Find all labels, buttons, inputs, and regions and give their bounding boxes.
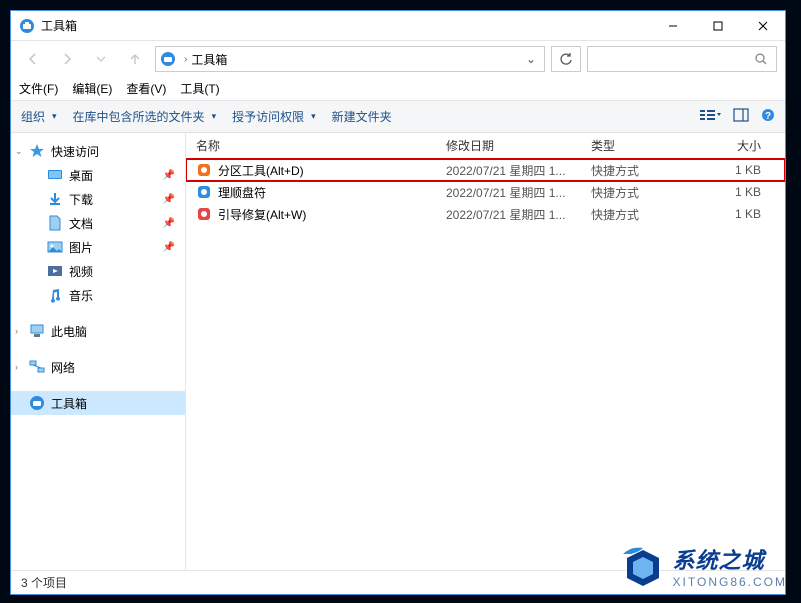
sidebar-quick-access[interactable]: ⌄ 快速访问 — [11, 139, 185, 163]
video-icon — [47, 263, 63, 279]
address-bar-row: › 工具箱 ⌄ — [11, 41, 785, 77]
refresh-button[interactable] — [551, 46, 581, 72]
file-size: 1 KB — [701, 185, 767, 199]
pin-icon: 📌 — [163, 194, 175, 205]
sidebar-toolbox[interactable]: 工具箱 — [11, 391, 185, 415]
sidebar-documents[interactable]: 文档📌 — [11, 211, 185, 235]
explorer-window: 工具箱 › 工具箱 ⌄ 文件(F) 编辑(E) 查看(V) 工具(T) 组织 — [10, 10, 786, 595]
col-name[interactable]: 名称 — [196, 137, 446, 154]
file-size: 1 KB — [701, 163, 767, 177]
file-date: 2022/07/21 星期四 1... — [446, 184, 591, 201]
sidebar-this-pc[interactable]: › 此电脑 — [11, 319, 185, 343]
sidebar-downloads[interactable]: 下载📌 — [11, 187, 185, 211]
nav-forward-button[interactable] — [53, 45, 81, 73]
file-date: 2022/07/21 星期四 1... — [446, 162, 591, 179]
music-icon — [47, 287, 63, 303]
file-list[interactable]: 分区工具(Alt+D)2022/07/21 星期四 1...快捷方式1 KB理顺… — [186, 159, 785, 570]
toolbar-organize[interactable]: 组织 — [21, 108, 57, 125]
minimize-button[interactable] — [650, 11, 695, 41]
col-date[interactable]: 修改日期 — [446, 137, 591, 154]
file-row[interactable]: 理顺盘符 2022/07/21 星期四 1...快捷方式1 KB — [186, 181, 785, 203]
file-size: 1 KB — [701, 207, 767, 221]
close-button[interactable] — [740, 11, 785, 41]
body: ⌄ 快速访问 桌面📌 下载📌 文档📌 图片📌 视 — [11, 133, 785, 570]
window-title: 工具箱 — [41, 17, 650, 34]
file-type: 快捷方式 — [591, 162, 701, 179]
file-icon — [196, 184, 212, 200]
desktop-icon — [47, 167, 63, 183]
file-icon — [196, 162, 212, 178]
file-date: 2022/07/21 星期四 1... — [446, 206, 591, 223]
document-icon — [47, 215, 63, 231]
star-icon — [29, 143, 45, 159]
column-headers: 名称 修改日期 类型 大小 — [186, 133, 785, 159]
network-icon — [29, 359, 45, 375]
search-input[interactable] — [587, 46, 777, 72]
chevron-right-icon[interactable]: › — [15, 362, 18, 372]
maximize-button[interactable] — [695, 11, 740, 41]
chevron-down-icon[interactable]: ⌄ — [15, 146, 23, 157]
file-row[interactable]: 分区工具(Alt+D) 2022/07/21 星期四 1...快捷方式1 KB — [186, 159, 785, 181]
toolbar: 组织 在库中包含所选的文件夹 授予访问权限 新建文件夹 ? — [11, 101, 785, 133]
file-name: 理顺盘符 — [218, 184, 266, 201]
col-type[interactable]: 类型 — [591, 137, 701, 154]
menubar: 文件(F) 编辑(E) 查看(V) 工具(T) — [11, 77, 785, 101]
search-icon — [754, 52, 768, 66]
file-type: 快捷方式 — [591, 184, 701, 201]
breadcrumb-segment[interactable]: 工具箱 — [191, 51, 227, 68]
sidebar-network[interactable]: › 网络 — [11, 355, 185, 379]
breadcrumb[interactable]: › 工具箱 ⌄ — [155, 46, 545, 72]
file-pane: 名称 修改日期 类型 大小 分区工具(Alt+D) 2022/07/21 星期四 … — [186, 133, 785, 570]
sidebar-videos[interactable]: 视频 — [11, 259, 185, 283]
sidebar-music[interactable]: 音乐 — [11, 283, 185, 307]
pc-icon — [29, 323, 45, 339]
file-name: 分区工具(Alt+D) — [218, 162, 304, 179]
nav-recent-dropdown[interactable] — [87, 45, 115, 73]
pin-icon: 📌 — [163, 242, 175, 253]
menu-edit[interactable]: 编辑(E) — [72, 80, 112, 97]
download-icon — [47, 191, 63, 207]
menu-view[interactable]: 查看(V) — [126, 80, 166, 97]
toolbar-grant[interactable]: 授予访问权限 — [232, 108, 316, 125]
file-name: 引导修复(Alt+W) — [218, 206, 306, 223]
help-button[interactable]: ? — [761, 108, 775, 125]
menu-file[interactable]: 文件(F) — [19, 80, 58, 97]
nav-up-button[interactable] — [121, 45, 149, 73]
menu-tools[interactable]: 工具(T) — [180, 80, 219, 97]
sidebar: ⌄ 快速访问 桌面📌 下载📌 文档📌 图片📌 视 — [11, 133, 186, 570]
file-type: 快捷方式 — [591, 206, 701, 223]
col-size[interactable]: 大小 — [701, 137, 767, 154]
toolbar-newfolder[interactable]: 新建文件夹 — [332, 108, 392, 125]
sidebar-pictures[interactable]: 图片📌 — [11, 235, 185, 259]
nav-back-button[interactable] — [19, 45, 47, 73]
toolbox-icon — [29, 395, 45, 411]
preview-pane-button[interactable] — [733, 108, 749, 125]
chevron-right-icon[interactable]: › — [15, 326, 18, 336]
item-count: 3 个项目 — [21, 574, 67, 591]
pin-icon: 📌 — [163, 218, 175, 229]
view-options-button[interactable] — [699, 108, 721, 125]
pin-icon: 📌 — [163, 170, 175, 181]
status-bar: 3 个项目 — [11, 570, 785, 594]
chevron-right-icon: › — [184, 54, 187, 65]
file-row[interactable]: 引导修复(Alt+W) 2022/07/21 星期四 1...快捷方式1 KB — [186, 203, 785, 225]
svg-text:?: ? — [765, 111, 771, 122]
titlebar: 工具箱 — [11, 11, 785, 41]
pictures-icon — [47, 239, 63, 255]
toolbar-include[interactable]: 在库中包含所选的文件夹 — [73, 108, 217, 125]
sidebar-desktop[interactable]: 桌面📌 — [11, 163, 185, 187]
breadcrumb-dropdown[interactable]: ⌄ — [522, 52, 540, 66]
file-icon — [196, 206, 212, 222]
location-icon — [160, 51, 176, 67]
app-icon — [19, 18, 35, 34]
